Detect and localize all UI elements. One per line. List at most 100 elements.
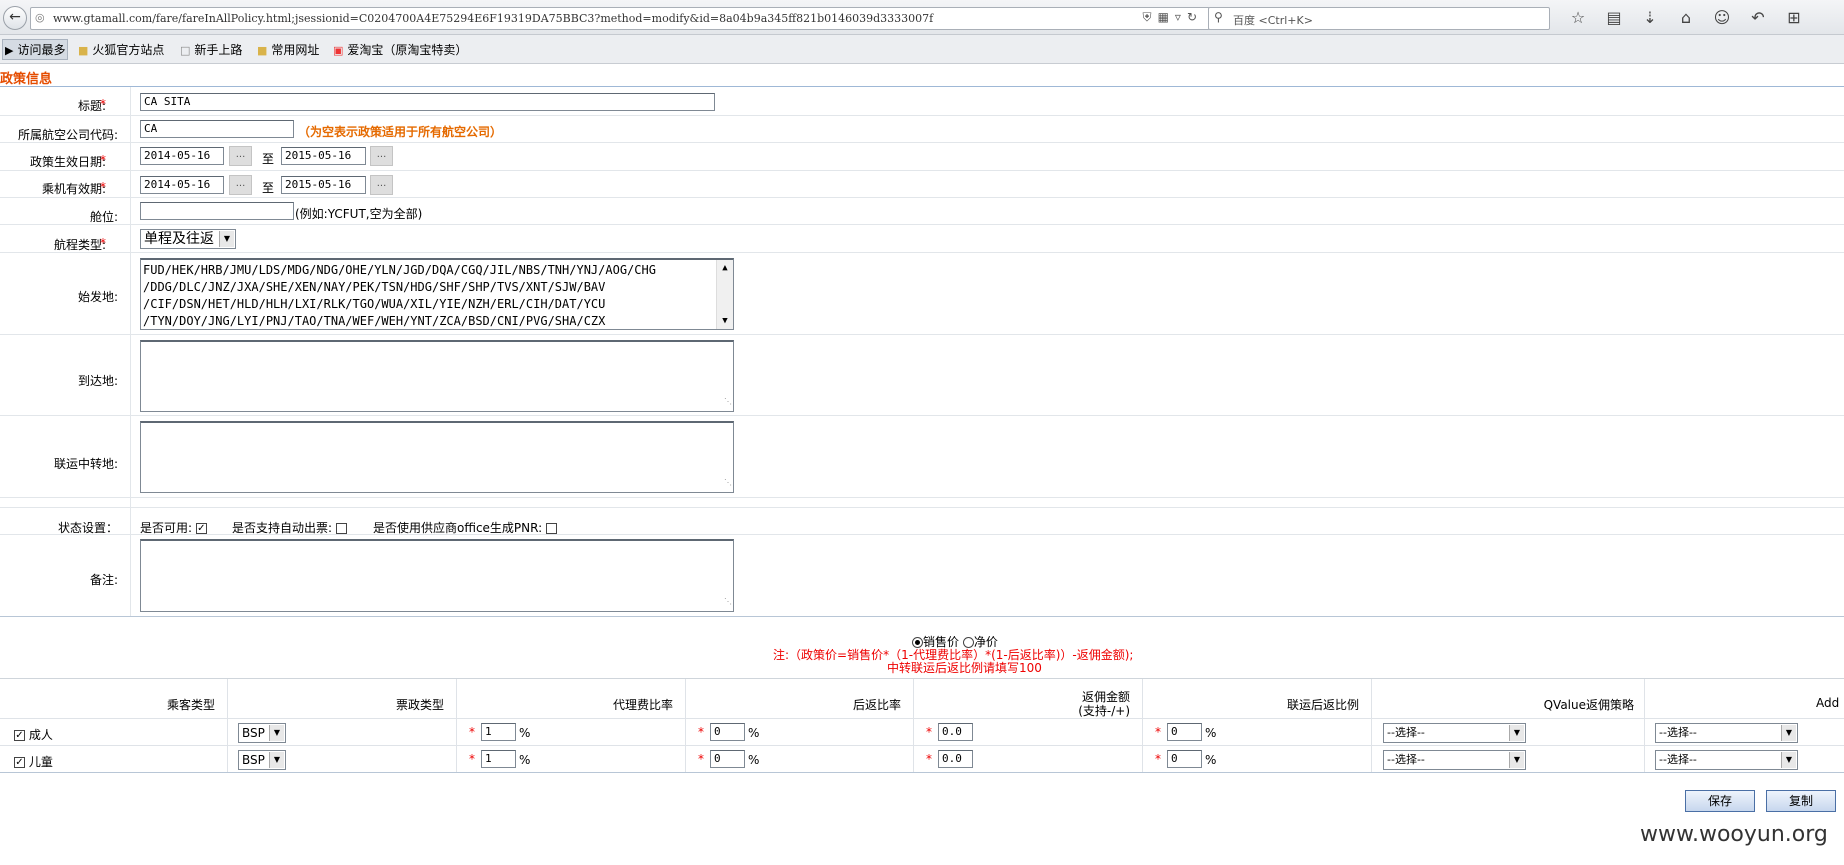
bookmark-list-icon[interactable]: ▤ bbox=[1596, 8, 1632, 27]
origin-textarea[interactable]: FUD/HEK/HRB/JMU/LDS/MDG/NDG/OHE/YLN/JGD/… bbox=[140, 258, 734, 330]
supplier-pnr-label: 是否使用供应商office生成PNR: bbox=[373, 521, 543, 535]
add-policy-select[interactable]: --选择-- ▼ bbox=[1655, 723, 1798, 743]
ticket-type-select[interactable]: BSP ▼ bbox=[238, 723, 286, 743]
ticket-date-from-input[interactable]: 2014-05-16 bbox=[140, 176, 224, 194]
download-icon[interactable]: ⇣ bbox=[1632, 8, 1668, 27]
bookmark-common-urls[interactable]: ■ 常用网址 bbox=[257, 41, 319, 58]
to-text: 至 bbox=[262, 152, 275, 166]
row-route-type: 航程类型: * 单程及往返 ▼ bbox=[0, 224, 1844, 253]
folder-icon: ■ bbox=[78, 44, 89, 57]
row-ticket-date: 乘机有效期: * 2014-05-16 ... 至 2015-05-16 ... bbox=[0, 170, 1844, 198]
qvalue-policy-select[interactable]: --选择-- ▼ bbox=[1383, 750, 1526, 770]
agent-rate-input[interactable]: 1 bbox=[481, 723, 516, 741]
back-rate-input[interactable]: 0 bbox=[710, 750, 745, 768]
passenger-type-child: 儿童 bbox=[28, 755, 53, 769]
header-back-rate: 后返比率 bbox=[852, 698, 901, 712]
ticket-date-from-picker-button[interactable]: ... bbox=[229, 175, 252, 195]
browser-actions: ☆ ▤ ⇣ ⌂ ☺ ↶ ⊞ bbox=[1560, 8, 1812, 27]
origin-label: 始发地: bbox=[77, 290, 118, 304]
resize-grip-icon[interactable]: ⋱ bbox=[724, 393, 732, 410]
scroll-up-arrow-icon[interactable]: ▲ bbox=[717, 260, 733, 276]
union-back-rate-input[interactable]: 0 bbox=[1167, 723, 1202, 741]
resize-grip-icon[interactable]: ⋱ bbox=[724, 593, 732, 610]
rebate-amount-input[interactable]: 0.0 bbox=[938, 723, 973, 741]
resize-grip-icon[interactable]: ⋱ bbox=[724, 474, 732, 491]
row-transit: 联运中转地: ⋱ bbox=[0, 415, 1844, 498]
union-back-rate-input[interactable]: 0 bbox=[1167, 750, 1202, 768]
search-icon: ⚲ bbox=[1214, 10, 1223, 24]
available-checkbox[interactable]: ✓ bbox=[195, 523, 207, 534]
back-rate-input[interactable]: 0 bbox=[710, 723, 745, 741]
ticket-date-to-input[interactable]: 2015-05-16 bbox=[281, 176, 366, 194]
bookmark-aitaobao[interactable]: ▣ 爱淘宝（原淘宝特卖） bbox=[333, 41, 467, 58]
qr-icon: ▦ bbox=[1157, 10, 1175, 24]
required-marker: * bbox=[469, 725, 475, 739]
copy-button[interactable]: 复制 bbox=[1766, 790, 1836, 812]
row-title: 标题: * CA SITA bbox=[0, 87, 1844, 116]
supplier-pnr-checkbox[interactable] bbox=[545, 523, 557, 534]
chevron-down-icon: ▼ bbox=[1509, 752, 1524, 768]
qvalue-policy-select[interactable]: --选择-- ▼ bbox=[1383, 723, 1526, 743]
auto-ticket-checkbox[interactable] bbox=[335, 523, 347, 534]
bookmark-firefox-site[interactable]: ■ 火狐官方站点 bbox=[78, 41, 164, 58]
save-button[interactable]: 保存 bbox=[1685, 790, 1755, 812]
textarea-scrollbar[interactable]: ▲ ▼ bbox=[716, 260, 733, 329]
passenger-table: 乘客类型 票政类型 代理费比率 后返比率 返佣金额 (支持-/+) 联运后返比例… bbox=[0, 678, 1844, 773]
child-checkbox[interactable]: ✓ bbox=[14, 757, 25, 768]
chevron-down-icon: ▼ bbox=[269, 752, 284, 768]
row-policy-date: 政策生效日期: * 2014-05-16 ... 至 2015-05-16 ... bbox=[0, 142, 1844, 171]
chevron-down-icon: ▼ bbox=[269, 725, 284, 741]
star-icon[interactable]: ☆ bbox=[1560, 8, 1596, 27]
available-label: 是否可用: bbox=[140, 521, 193, 535]
search-bar[interactable]: ⚲ 百度 <Ctrl+K> bbox=[1208, 7, 1550, 30]
url-action-icons[interactable]: ⛨▦▿↻ bbox=[1143, 10, 1203, 25]
adult-checkbox[interactable]: ✓ bbox=[14, 730, 25, 741]
policy-date-to-input[interactable]: 2015-05-16 bbox=[281, 147, 366, 165]
destination-textarea[interactable]: ⋱ bbox=[140, 340, 734, 412]
destination-label: 到达地: bbox=[77, 374, 118, 388]
crop-icon[interactable]: ⊞ bbox=[1776, 8, 1812, 27]
policy-date-from-picker-button[interactable]: ... bbox=[229, 146, 252, 166]
agent-rate-input[interactable]: 1 bbox=[481, 750, 516, 768]
home-icon[interactable]: ⌂ bbox=[1668, 8, 1704, 27]
add-policy-select[interactable]: --选择-- ▼ bbox=[1655, 750, 1798, 770]
folder-icon: ■ bbox=[257, 44, 268, 57]
bookmark-getting-started[interactable]: □ 新手上路 bbox=[180, 41, 242, 58]
row-airline: 所属航空公司代码: CA （为空表示政策适用于所有航空公司） bbox=[0, 115, 1844, 143]
header-union-back-rate: 联运后返比例 bbox=[1286, 698, 1359, 712]
auto-ticket-label: 是否支持自动出票: bbox=[232, 521, 333, 535]
required-marker: * bbox=[698, 725, 704, 739]
title-input[interactable]: CA SITA bbox=[140, 93, 715, 111]
passenger-type-adult: 成人 bbox=[28, 728, 53, 742]
table-row: ✓ 儿童 BSP ▼ * 1% * 0% * 0.0 * 0% --选择-- ▼ --选择-… bbox=[0, 745, 1844, 773]
required-marker: * bbox=[926, 725, 932, 739]
row-remark: 备注: ⋱ bbox=[0, 534, 1844, 617]
undo-icon[interactable]: ↶ bbox=[1740, 8, 1776, 27]
ticket-type-select[interactable]: BSP ▼ bbox=[238, 750, 286, 770]
row-origin: 始发地: FUD/HEK/HRB/JMU/LDS/MDG/NDG/OHE/YLN… bbox=[0, 252, 1844, 335]
ticket-date-to-picker-button[interactable]: ... bbox=[370, 175, 393, 195]
search-input[interactable]: 百度 <Ctrl+K> bbox=[1233, 12, 1313, 28]
browser-toolbar: ← ◎ www.gtamall.com/fare/fareInAllPolicy… bbox=[0, 0, 1844, 35]
page-icon: □ bbox=[180, 44, 191, 57]
bookmark-most-visited[interactable]: ▶ 访问最多 bbox=[2, 39, 69, 60]
chat-icon[interactable]: ☺ bbox=[1704, 8, 1740, 27]
chevron-down-icon: ▼ bbox=[1781, 752, 1796, 768]
cabin-input[interactable] bbox=[140, 202, 294, 220]
route-type-select[interactable]: 单程及往返 ▼ bbox=[140, 229, 236, 249]
address-bar[interactable]: ◎ www.gtamall.com/fare/fareInAllPolicy.h… bbox=[30, 7, 1210, 30]
scroll-down-arrow-icon[interactable]: ▼ bbox=[717, 313, 733, 329]
airline-label: 所属航空公司代码: bbox=[17, 128, 118, 142]
back-arrow-icon[interactable]: ← bbox=[3, 6, 27, 30]
required-marker: * bbox=[1155, 752, 1161, 766]
airline-code-input[interactable]: CA bbox=[140, 120, 294, 138]
ticket-date-label: 乘机有效期: bbox=[41, 182, 106, 196]
rebate-amount-input[interactable]: 0.0 bbox=[938, 750, 973, 768]
header-passenger-type: 乘客类型 bbox=[166, 698, 215, 712]
transit-textarea[interactable]: ⋱ bbox=[140, 421, 734, 493]
policy-date-to-picker-button[interactable]: ... bbox=[370, 146, 393, 166]
url-text: www.gtamall.com/fare/fareInAllPolicy.htm… bbox=[53, 12, 934, 25]
required-marker: * bbox=[100, 97, 106, 111]
policy-date-from-input[interactable]: 2014-05-16 bbox=[140, 147, 224, 165]
remark-textarea[interactable]: ⋱ bbox=[140, 539, 734, 612]
